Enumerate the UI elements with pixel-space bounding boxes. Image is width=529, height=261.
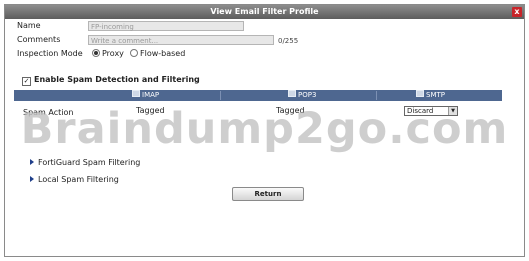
imap-icon <box>132 90 140 97</box>
expand-arrow-icon <box>30 159 34 165</box>
enable-spam-row[interactable]: ✓ Enable Spam Detection and Filtering <box>22 75 200 86</box>
spam-table-header: IMAP POP3 SMTP <box>14 90 502 101</box>
comments-field[interactable]: Write a comment... <box>88 35 274 45</box>
comments-label: Comments <box>17 35 61 44</box>
pop3-icon <box>288 90 296 97</box>
column-pop3-label: POP3 <box>298 91 317 99</box>
chevron-down-icon: ▼ <box>448 107 457 115</box>
enable-spam-checkbox[interactable]: ✓ <box>22 77 31 86</box>
inspection-mode-flow-based[interactable]: Flow-based <box>130 49 185 58</box>
inspection-mode-proxy[interactable]: Proxy <box>92 49 124 58</box>
column-pop3: POP3 <box>288 90 316 101</box>
column-imap: IMAP <box>132 90 159 101</box>
column-imap-label: IMAP <box>142 91 160 99</box>
return-button[interactable]: Return <box>232 187 304 201</box>
flow-based-option-label: Flow-based <box>140 49 186 58</box>
column-separator <box>220 91 221 100</box>
dialog-titlebar: View Email Filter Profile x <box>5 5 524 19</box>
dialog-title: View Email Filter Profile <box>210 7 319 16</box>
smtp-icon <box>416 90 424 97</box>
column-smtp-label: SMTP <box>426 91 445 99</box>
name-label: Name <box>17 21 41 30</box>
close-icon[interactable]: x <box>512 7 522 17</box>
proxy-option-label: Proxy <box>102 49 124 58</box>
comment-char-counter: 0/255 <box>278 37 299 45</box>
radio-proxy-icon[interactable] <box>92 49 100 57</box>
fortiguard-spam-filtering-label: FortiGuard Spam Filtering <box>38 158 141 167</box>
local-spam-filtering-expander[interactable]: Local Spam Filtering <box>30 175 119 184</box>
spam-action-smtp-select[interactable]: Discard ▼ <box>404 106 458 116</box>
spam-action-imap: Tagged <box>136 106 165 115</box>
inspection-mode-label: Inspection Mode <box>17 49 83 58</box>
column-smtp: SMTP <box>416 90 445 101</box>
spam-action-pop3: Tagged <box>276 106 305 115</box>
radio-flow-based-icon[interactable] <box>130 49 138 57</box>
enable-spam-label: Enable Spam Detection and Filtering <box>34 75 200 84</box>
spam-action-smtp-value: Discard <box>407 107 434 115</box>
column-separator <box>376 91 377 100</box>
expand-arrow-icon <box>30 176 34 182</box>
spam-action-label: Spam Action <box>23 108 74 117</box>
local-spam-filtering-label: Local Spam Filtering <box>38 175 119 184</box>
name-field: FP-incoming <box>88 21 244 31</box>
fortiguard-spam-filtering-expander[interactable]: FortiGuard Spam Filtering <box>30 158 140 167</box>
